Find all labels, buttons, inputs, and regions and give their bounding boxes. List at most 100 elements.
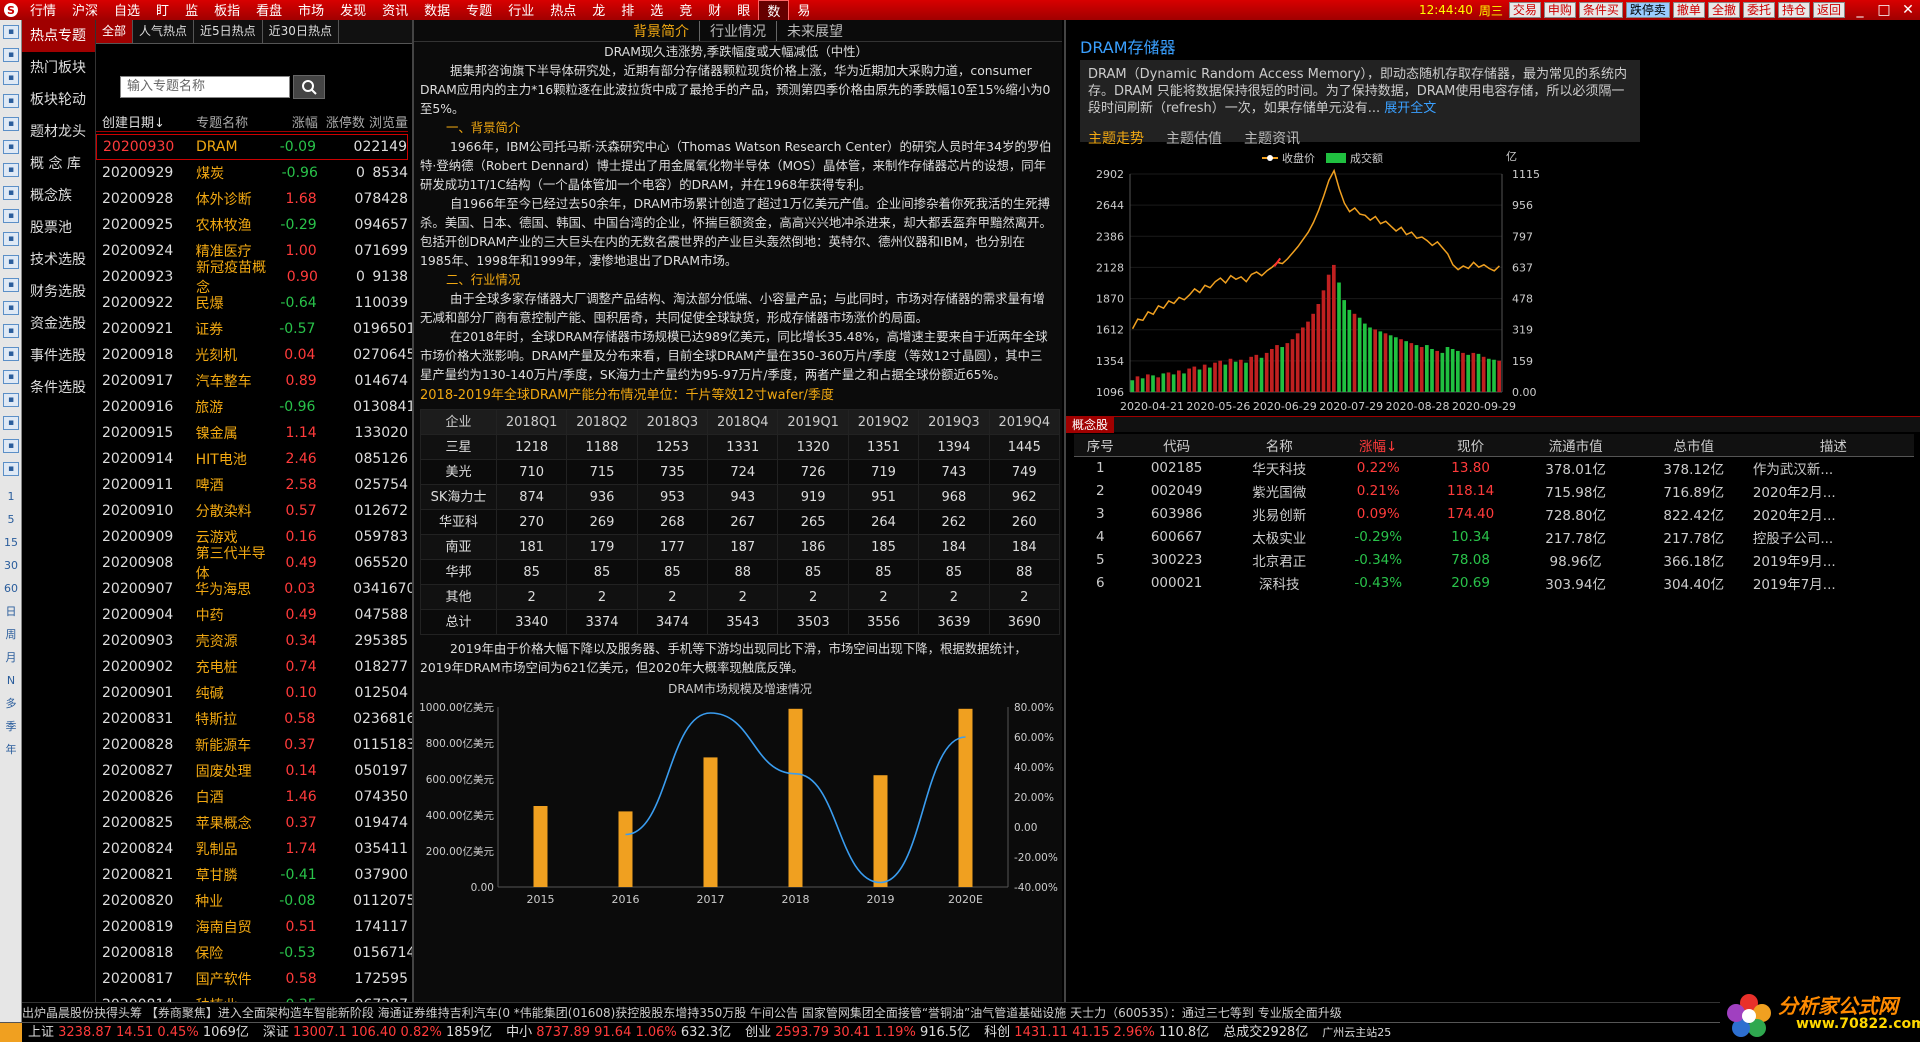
f10-icon[interactable]: ▪: [3, 232, 19, 246]
news-icon[interactable]: ▪: [3, 278, 19, 292]
article-tab-0[interactable]: 背景简介: [623, 20, 700, 41]
doc-icon[interactable]: ▪: [3, 209, 19, 223]
menu-item-5[interactable]: 板指: [206, 0, 248, 21]
nav-item-6[interactable]: 股票池: [22, 212, 95, 244]
table-row[interactable]: 20200925 农林牧渔 -0.29 0 94657: [96, 212, 408, 238]
nav-item-10[interactable]: 事件选股: [22, 340, 95, 372]
period-0[interactable]: 1: [0, 485, 22, 508]
index-1[interactable]: 深证 13007.1 106.40 0.82% 1859亿: [263, 1023, 492, 1042]
topic-tab-1[interactable]: 人气热点: [133, 20, 195, 43]
col-name[interactable]: 专题名称: [188, 112, 267, 131]
nav-item-1[interactable]: 热门板块: [22, 52, 95, 84]
table-row[interactable]: 20200902 充电桩 0.74 0 18277: [96, 654, 408, 680]
period-2[interactable]: 15: [0, 531, 22, 554]
search-button[interactable]: [293, 75, 325, 99]
table-row[interactable]: 20200930 DRAM -0.09 0 22149: [96, 134, 408, 160]
period-9[interactable]: 多: [0, 692, 22, 715]
table-row[interactable]: 20200828 新能源车 0.37 0 115183: [96, 732, 415, 758]
table-row[interactable]: 20200916 旅游 -0.96 0 130841: [96, 394, 415, 420]
table-row[interactable]: 20200824 乳制品 1.74 0 35411: [96, 836, 408, 862]
menu-item-6[interactable]: 看盘: [248, 0, 290, 21]
concept-col-1[interactable]: 代码: [1126, 434, 1227, 457]
table-row[interactable]: 20200819 海南自贸 0.51 1 74117: [96, 914, 408, 940]
article-tab-2[interactable]: 未来展望: [777, 21, 853, 41]
menu-item-1[interactable]: 沪深: [64, 0, 106, 21]
table-row[interactable]: 20200923 新冠疫苗概念 0.90 0 9138: [96, 260, 408, 296]
clock-icon[interactable]: ▪: [3, 347, 19, 361]
theme-tab-1[interactable]: 主题估值: [1166, 128, 1222, 148]
period-10[interactable]: 季: [0, 715, 22, 738]
col-limit[interactable]: 涨停数: [322, 112, 365, 131]
table-row[interactable]: 20200928 体外诊断 1.68 0 78428: [96, 186, 408, 212]
menu-item-15[interactable]: 排: [613, 0, 642, 21]
table-row[interactable]: 20200921 证券 -0.57 0 196501: [96, 316, 415, 342]
trade-button-0[interactable]: 交易: [1508, 2, 1541, 18]
index-2[interactable]: 中小 8737.89 91.64 1.06% 632.3亿: [506, 1023, 731, 1042]
period-1[interactable]: 5: [0, 508, 22, 531]
period-5[interactable]: 日: [0, 600, 22, 623]
info-icon[interactable]: ▪: [3, 324, 19, 338]
flag-icon[interactable]: ▪: [3, 462, 19, 476]
topic-tab-0[interactable]: 全部: [96, 20, 134, 43]
table-row[interactable]: 2 002049 紫光国微 0.21% 118.14 715.98亿 716.89亿 2020…: [1074, 479, 1914, 502]
theme-tab-2[interactable]: 主题资讯: [1244, 128, 1300, 148]
table-icon[interactable]: ▪: [3, 117, 19, 131]
nav-item-11[interactable]: 条件选股: [22, 372, 95, 404]
concept-col-7[interactable]: 描述: [1752, 434, 1914, 457]
table-row[interactable]: 20200825 苹果概念 0.37 0 19474: [96, 810, 408, 836]
maximize-icon[interactable]: □: [1872, 2, 1896, 18]
brand-url[interactable]: www.70822.com: [1796, 1016, 1920, 1032]
topic-tab-2[interactable]: 近5日热点: [194, 20, 263, 43]
panel-icon[interactable]: ▪: [3, 370, 19, 384]
menu-item-8[interactable]: 发现: [332, 0, 374, 21]
edit-icon[interactable]: ▪: [3, 416, 19, 430]
menu-item-10[interactable]: 数据: [416, 0, 458, 21]
trade-button-5[interactable]: 全撤: [1707, 2, 1740, 18]
trade-button-8[interactable]: 返回: [1812, 2, 1845, 18]
table-row[interactable]: 20200903 壳资源 0.34 2 95385: [96, 628, 408, 654]
money-icon[interactable]: ▪: [3, 255, 19, 269]
table-row[interactable]: 20200908 第三代半导体 0.49 0 65520: [96, 546, 408, 582]
concept-label[interactable]: 概念股: [1066, 417, 1115, 433]
trade-button-7[interactable]: 持仓: [1777, 2, 1810, 18]
topic-search-input[interactable]: 输入专题名称: [120, 76, 290, 98]
table-row[interactable]: 20200917 汽车整车 0.89 0 14674: [96, 368, 408, 394]
expand-link[interactable]: 展开全文: [1384, 101, 1436, 116]
table-row[interactable]: 20200826 白酒 1.46 0 74350: [96, 784, 408, 810]
pencil-icon[interactable]: ▪: [3, 439, 19, 453]
nav-item-8[interactable]: 财务选股: [22, 276, 95, 308]
server-status[interactable]: 广州云主站25: [1322, 1023, 1391, 1042]
col-chg[interactable]: 涨幅: [267, 112, 322, 131]
table-row[interactable]: 20200821 草甘膦 -0.41 0 37900: [96, 862, 408, 888]
menu-item-11[interactable]: 专题: [458, 0, 500, 21]
trade-button-6[interactable]: 委托: [1742, 2, 1775, 18]
grid-icon[interactable]: ▪: [3, 94, 19, 108]
table-row[interactable]: 4 600667 太极实业 -0.29% 10.34 217.78亿 217.78亿 控股子公…: [1074, 525, 1914, 548]
concept-col-0[interactable]: 序号: [1074, 434, 1127, 457]
nav-item-0[interactable]: 热点专题: [22, 20, 95, 52]
bar-icon[interactable]: ▪: [3, 163, 19, 177]
index-4[interactable]: 科创 1431.11 41.15 2.96% 110.8亿: [984, 1023, 1209, 1042]
nav-item-7[interactable]: 技术选股: [22, 244, 95, 276]
menu-item-12[interactable]: 行业: [500, 0, 542, 21]
table-row[interactable]: 20200817 国产软件 0.58 1 72595: [96, 966, 408, 992]
index-3[interactable]: 创业 2593.79 30.41 1.19% 916.5亿: [745, 1023, 970, 1042]
table-row[interactable]: 20200818 保险 -0.53 0 156714: [96, 940, 415, 966]
table-row[interactable]: 20200904 中药 0.49 0 47588: [96, 602, 408, 628]
col-date[interactable]: 创建日期↓: [96, 112, 188, 131]
concept-col-4[interactable]: 现价: [1424, 434, 1517, 457]
menu-item-16[interactable]: 选: [642, 0, 671, 21]
period-3[interactable]: 30: [0, 554, 22, 577]
col-views[interactable]: 浏览量: [365, 112, 408, 131]
trade-button-2[interactable]: 条件买: [1578, 2, 1623, 18]
concept-col-6[interactable]: 总市值: [1634, 434, 1753, 457]
list-icon[interactable]: ▪: [3, 186, 19, 200]
topic-tab-3[interactable]: 近30日热点: [263, 20, 339, 43]
back-icon[interactable]: ▪: [3, 25, 19, 39]
menu-item-7[interactable]: 市场: [290, 0, 332, 21]
period-8[interactable]: N: [0, 669, 22, 692]
menu-item-2[interactable]: 自选: [106, 0, 148, 21]
menu-item-18[interactable]: 财: [700, 0, 729, 21]
table-row[interactable]: 20200901 纯碱 0.10 0 12504: [96, 680, 408, 706]
down-icon[interactable]: ▪: [3, 71, 19, 85]
